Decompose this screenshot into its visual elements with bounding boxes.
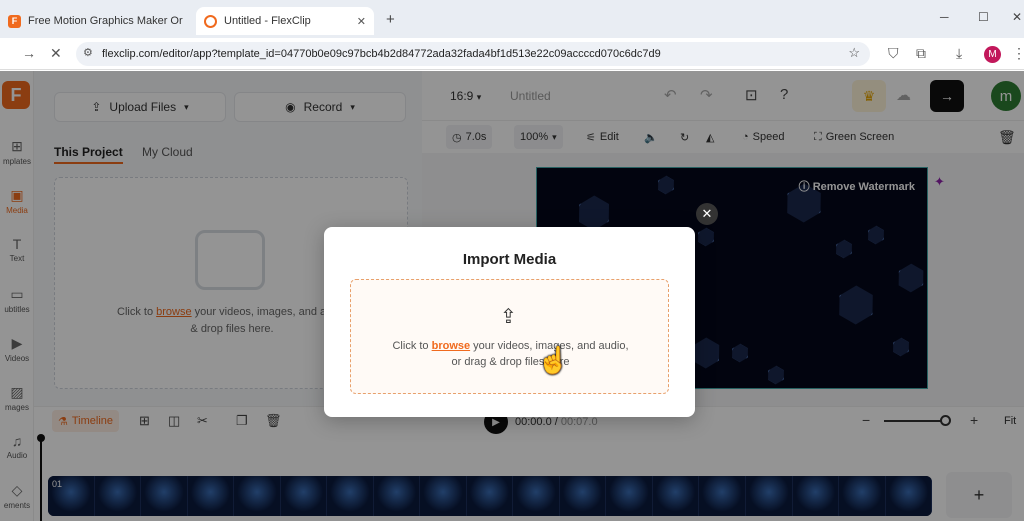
flexclip-favicon-icon — [204, 14, 217, 28]
minimize-button[interactable]: ─ — [940, 10, 949, 24]
flexclip-favicon-icon: F — [8, 14, 21, 28]
import-media-dialog: Import Media ⇪ Click to browse your vide… — [324, 227, 695, 417]
import-drop-text: Click to browse your videos, images, and… — [392, 340, 629, 368]
stop-icon[interactable]: ✕ — [50, 45, 62, 62]
import-drop-zone[interactable]: ⇪ Click to browse your videos, images, a… — [350, 279, 669, 394]
download-icon[interactable]: ⤓ — [956, 45, 962, 62]
url-bar[interactable]: ⚙ flexclip.com/editor/app?template_id=04… — [76, 42, 870, 66]
profile-avatar[interactable]: M — [984, 46, 1001, 63]
browser-menu-icon[interactable]: ⋮ — [1012, 45, 1024, 62]
forward-icon[interactable]: → — [22, 45, 36, 61]
hand-cursor-icon: ☝ — [537, 345, 570, 375]
url-text: flexclip.com/editor/app?template_id=0477… — [102, 48, 661, 60]
close-modal-icon[interactable]: ✕ — [696, 203, 718, 225]
maximize-button[interactable]: ☐ — [978, 10, 989, 24]
bookmark-star-icon[interactable]: ☆ — [848, 45, 860, 61]
tab-label: Untitled - FlexClip — [224, 15, 311, 27]
tab-close-icon[interactable]: ✕ — [351, 15, 366, 28]
dialog-title: Import Media — [462, 251, 557, 268]
browse-link[interactable]: browse — [432, 340, 471, 352]
tab-close-icon[interactable]: ✕ — [183, 15, 190, 28]
upload-icon: ⇪ — [500, 306, 517, 328]
browser-tab-2[interactable]: Untitled - FlexClip ✕ — [196, 7, 374, 35]
site-settings-icon[interactable]: ⚙ — [83, 46, 93, 59]
close-window-button[interactable]: ✕ — [1012, 10, 1022, 24]
new-tab-button[interactable]: + — [386, 11, 395, 28]
browser-tab-1[interactable]: F Free Motion Graphics Maker Or ✕ — [0, 7, 190, 35]
tab-label: Free Motion Graphics Maker Or — [28, 15, 183, 27]
shield-icon[interactable]: ⛉ — [888, 45, 899, 62]
extensions-icon[interactable]: ⧉ — [916, 45, 926, 62]
